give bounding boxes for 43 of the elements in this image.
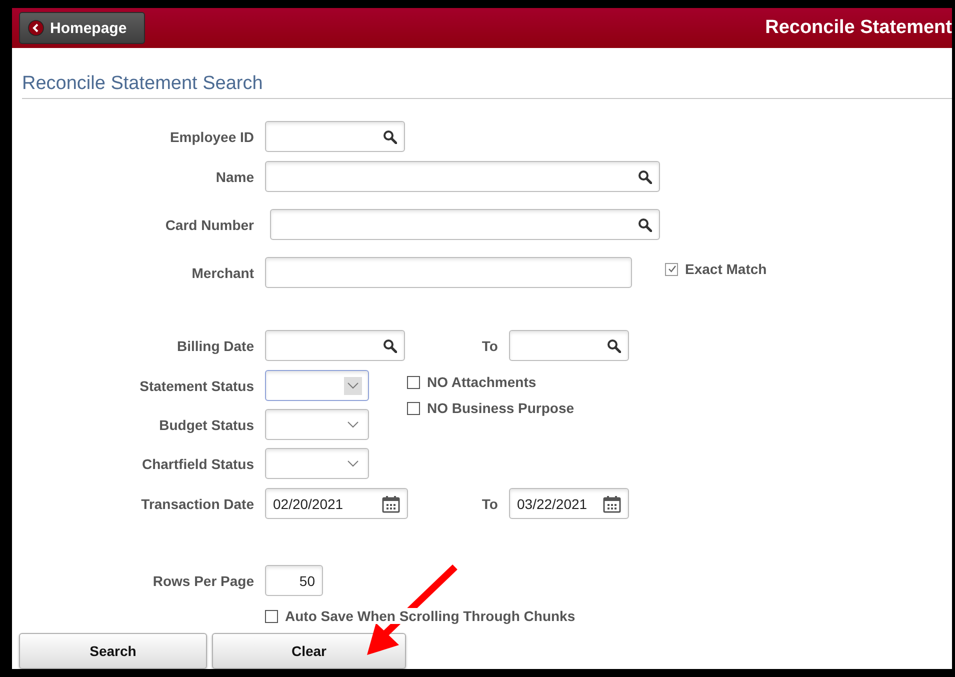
search-icon [638,170,652,184]
field-label: To [480,338,498,354]
header-title: Reconcile Statement [765,17,952,39]
date-field[interactable]: 03/22/2021 [509,488,629,519]
check-icon [666,264,676,274]
checkbox[interactable]: NO Business Purpose [407,400,574,416]
input-field[interactable] [265,330,405,361]
field-label: Employee ID [168,128,254,144]
caret-icon [347,460,359,467]
homepage-button[interactable]: Homepage [19,12,145,44]
input-field[interactable] [270,209,660,240]
field-label: Rows Per Page [152,572,254,588]
field-label: Statement Status [138,378,254,394]
number-field[interactable]: 50 [265,565,323,596]
search-icon [638,218,652,232]
clear-button[interactable]: Clear [212,633,406,669]
field-label: Transaction Date [140,496,254,512]
field-label: Name [214,168,254,184]
checkbox[interactable]: NO Attachments [407,374,574,390]
field-label: Card Number [164,216,254,232]
date-field[interactable]: 02/20/2021 [265,488,408,519]
input-field[interactable] [509,330,629,361]
field-label: Chartfield Status [140,456,254,472]
back-icon [28,20,44,36]
search-icon [383,130,397,144]
search-button[interactable]: Search [19,633,207,669]
field-label: To [480,496,498,512]
dropdown[interactable] [265,448,369,479]
field-label: Budget Status [158,416,254,432]
dropdown[interactable] [265,409,369,440]
caret-icon [347,382,359,389]
calendar-icon [382,494,400,512]
dropdown[interactable] [265,370,369,401]
search-icon [607,338,621,352]
calendar-icon [603,494,621,512]
caret-icon [347,421,359,428]
input-field[interactable] [265,121,405,152]
field-label: Merchant [190,264,254,280]
page-title: Reconcile Statement Search [22,73,263,95]
input-field[interactable] [265,161,660,192]
search-icon [383,338,397,352]
input-field[interactable] [265,257,632,288]
field-label: Billing Date [176,338,254,354]
